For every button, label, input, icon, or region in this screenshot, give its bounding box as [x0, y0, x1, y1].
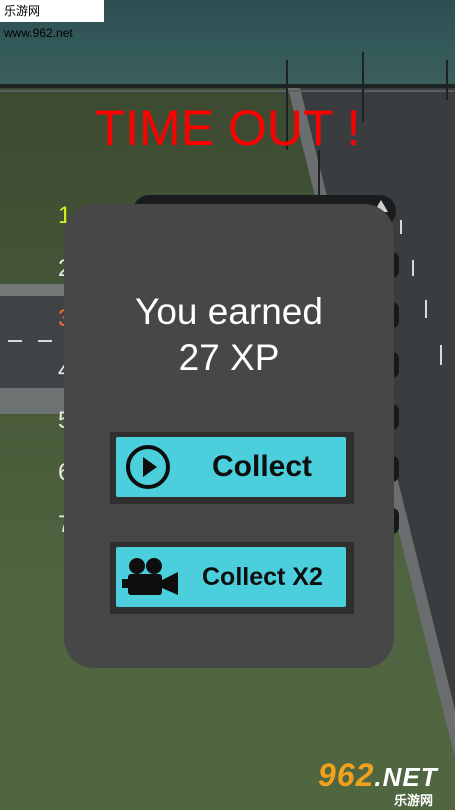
- lane-marking: [440, 345, 442, 365]
- guard-rail-lower: [0, 90, 455, 92]
- guard-rail: [0, 84, 455, 88]
- xp-earned-message: You earned 27 XP: [64, 289, 394, 381]
- street-lamp-pole: [446, 60, 448, 100]
- lane-marking: [425, 300, 427, 318]
- collect-button-label: Collect: [212, 450, 313, 483]
- watermark-logo-cn: 乐游网: [394, 793, 434, 808]
- collect-x2-button-face: Collect X2: [116, 547, 346, 607]
- lane-marking: [8, 340, 22, 342]
- watermark-logo-domain: .NET: [374, 762, 438, 792]
- lane-marking: [412, 260, 414, 276]
- collect-button-face: Collect: [116, 437, 346, 497]
- earned-line-1: You earned: [135, 291, 323, 332]
- collect-x2-button-label: Collect X2: [202, 563, 323, 591]
- watermark-logo-number: 962: [318, 757, 375, 793]
- play-circle-icon: [126, 445, 170, 489]
- lane-marking: [400, 220, 402, 234]
- video-camera-icon: [122, 558, 178, 595]
- watermark-site-text: 乐游网 www.962.net: [0, 0, 104, 40]
- collect-x2-button[interactable]: Collect X2: [110, 542, 354, 614]
- time-out-title: TIME OUT !: [94, 100, 361, 156]
- collect-button[interactable]: Collect: [110, 432, 354, 504]
- lane-marking: [38, 340, 52, 342]
- watermark-logo: 962.NET 乐游网: [318, 758, 450, 808]
- watermark-logo-text: 962.NET: [318, 758, 438, 794]
- earned-xp-amount: 27 XP: [178, 337, 280, 378]
